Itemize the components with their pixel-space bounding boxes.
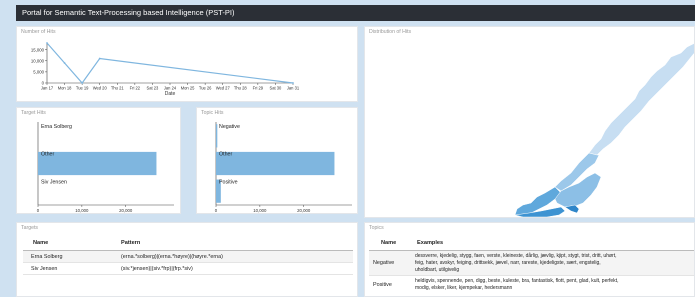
x-tick-label: Sat 30 (270, 86, 283, 91)
topic-examples-line-1: dessverre, kjedelig, stygg, faen, verste… (415, 253, 617, 259)
x-tick-label: 20,000 (119, 208, 133, 213)
x-tick-label: Jan 17 (41, 86, 54, 91)
targets-col-pattern: Pattern (121, 240, 141, 246)
y-tick-label: 5,000 (33, 69, 44, 74)
x-tick-label: 0 (215, 208, 218, 213)
x-tick-label: Wed 20 (93, 86, 108, 91)
target-name: Siv Jensen (31, 266, 58, 272)
hits-line (46, 42, 294, 84)
bar-label: Negative (219, 124, 240, 130)
x-tick-label: 10,000 (253, 208, 267, 213)
bar-label: Other (219, 152, 232, 158)
table-row[interactable]: Siv Jensen (siv.*jensen)|(siv.*frp)|(frp… (23, 263, 353, 274)
x-tick-label: Sat 23 (147, 86, 160, 91)
topic-hits-chart: 0 10,000 20,000 Negative Other Positive (215, 122, 352, 213)
hits-point (81, 82, 84, 84)
map-region-north (588, 43, 694, 156)
x-tick-label: Fri 29 (253, 86, 264, 91)
x-tick-label: 20,000 (297, 208, 311, 213)
x-tick-label: Tue 26 (199, 86, 212, 91)
norway-map[interactable] (365, 27, 695, 218)
bar (216, 124, 218, 148)
topic-name: Positive (373, 282, 392, 288)
topics-col-name: Name (381, 240, 397, 246)
target-name: Erna Solberg (31, 254, 63, 260)
x-axis-label: Date (165, 91, 176, 97)
topics-panel: Topics Name Examples Negative dessverre,… (364, 222, 695, 297)
hits-point (98, 57, 101, 60)
x-tick-label: Mon 25 (181, 86, 195, 91)
topic-hits-panel: Topic Hits 0 10,000 20,000 Negative Other Pos… (196, 107, 358, 214)
bar-label: Siv Jensen (41, 179, 67, 185)
x-tick-label: 0 (37, 208, 40, 213)
bar-label: Erna Solberg (41, 124, 72, 130)
norway-map-regions (514, 43, 694, 217)
table-row[interactable]: Erna Solberg (erna.*solberg)|(erna.*høyr… (23, 251, 353, 262)
bar-label: Positive (219, 179, 238, 185)
app-title-bar: Portal for Semantic Text-Processing base… (16, 5, 695, 21)
number-of-hits-panel: Number of Hits 0 5,000 10,000 15,000 Jan 17 M… (16, 26, 358, 102)
y-tick-label: 10,000 (31, 58, 45, 63)
table-row[interactable]: Positive heldigvis, spennende, pen, digg… (369, 276, 694, 294)
topic-name: Negative (373, 260, 395, 266)
hits-point (46, 42, 48, 44)
topic-examples-line-2: modig, elsker, liker, kjempekar, hedersm… (415, 285, 513, 291)
topic-examples-line-1: heldigvis, spennende, pen, digg, beste, … (415, 278, 619, 284)
x-tick-label: Fri 22 (130, 86, 141, 91)
table-row[interactable]: Negative dessverre, kjedelig, stygg, fae… (369, 251, 694, 275)
x-tick-label: Thu 28 (234, 86, 247, 91)
topics-col-examples: Examples (417, 240, 444, 246)
bar (216, 151, 335, 176)
topic-examples-line-2: feig, hater, avskyr, feiging, drittsekk,… (415, 260, 601, 266)
targets-col-name: Name (33, 240, 49, 246)
y-tick-label: 15,000 (31, 47, 45, 52)
bar-label: Other (41, 152, 54, 158)
x-tick-label: Wed 27 (216, 86, 231, 91)
app-title: Portal for Semantic Text-Processing base… (22, 8, 235, 17)
bar (38, 151, 157, 176)
hits-point (292, 82, 294, 84)
x-tick-label: Jan 24 (164, 86, 177, 91)
x-tick-label: 10,000 (75, 208, 89, 213)
topic-examples-line-3: uholdbart, utilgivelig (415, 267, 460, 273)
targets-panel: Targets Name Pattern Erna Solberg (erna.… (16, 222, 358, 297)
hits-point (63, 62, 66, 64)
target-pattern: (erna.*solberg)|(erna.*høyre)|(høyre.*er… (121, 254, 223, 260)
number-of-hits-chart: 05,00010,00015,000Jan 17 Mon 18 Tue 19 Wed … (31, 42, 300, 97)
x-tick-label: Jan 31 (287, 86, 300, 91)
x-tick-label: Mon 18 (58, 86, 72, 91)
target-hits-panel: Target Hits 0 10,000 20,000 Erna Solberg Oth… (16, 107, 181, 214)
target-pattern: (siv.*jensen)|(siv.*frp)|(frp.*siv) (121, 266, 193, 272)
x-tick-label: Thu 21 (111, 86, 124, 91)
distribution-panel: Distribution of Hits (364, 26, 695, 218)
target-hits-chart: 0 10,000 20,000 Erna Solberg Other Siv Jensen (37, 122, 174, 213)
x-tick-label: Tue 19 (76, 86, 89, 91)
